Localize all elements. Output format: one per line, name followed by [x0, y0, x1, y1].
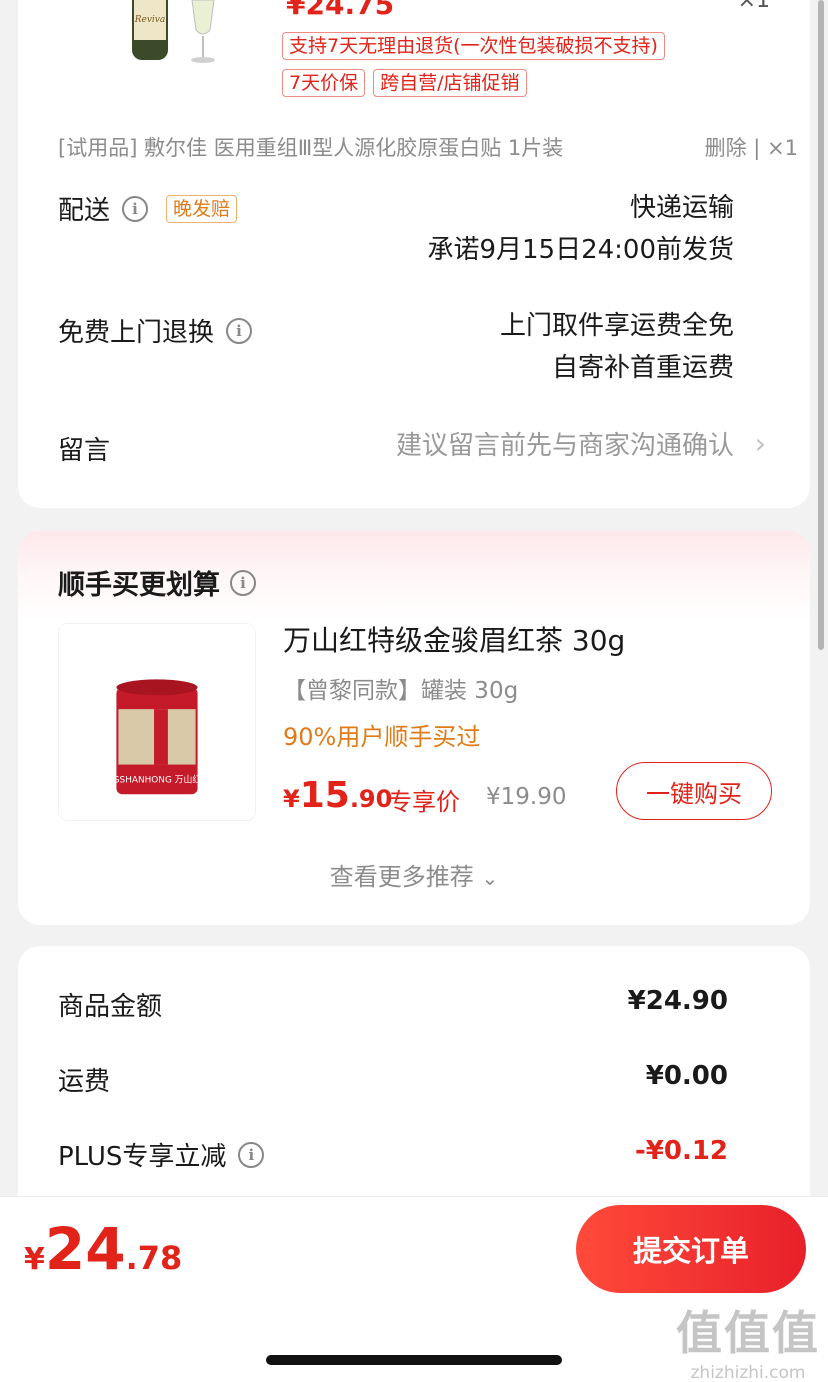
exclusive-price-label: 专享价: [388, 788, 460, 816]
watermark-logo: 值值值 zhizhizhi.com: [676, 1297, 820, 1382]
return-service-label: 免费上门退换: [58, 318, 215, 348]
submit-order-button[interactable]: 提交订单: [576, 1205, 806, 1293]
delivery-row: 配送 i 晚发赔: [58, 190, 238, 227]
return-service-value: 上门取件享运费全免 自寄补首重运费: [500, 305, 734, 389]
shipping-label: 运费: [58, 1067, 111, 1097]
goods-amount-value: ¥24.90: [627, 986, 728, 1016]
chevron-right-icon: ›: [754, 427, 766, 460]
watermark-small: zhizhizhi.com: [690, 1363, 806, 1382]
product-price: ¥24.75: [286, 0, 395, 21]
summary-row-shipping: 运费 ¥0.00: [58, 1061, 728, 1098]
shipping-value: ¥0.00: [645, 1061, 728, 1091]
total-dec: .78: [125, 1239, 183, 1277]
order-item-card: Reviva ¥24.75 ×1 支持7天无理由退货(一次性包装破损不支持) 7…: [18, 0, 810, 508]
return-policy-tag: 支持7天无理由退货(一次性包装破损不支持): [282, 32, 665, 60]
tea-price-yen: ¥: [283, 785, 300, 813]
goods-amount-label: 商品金额: [58, 992, 163, 1022]
watermark-big: 值值值: [676, 1306, 820, 1360]
info-icon[interactable]: i: [226, 317, 253, 344]
scrollbar[interactable]: [818, 0, 824, 650]
tea-product-image[interactable]: GSHANHONG 万山红: [58, 623, 256, 821]
product-qty: ×1: [737, 0, 770, 13]
tea-price-int: 15: [299, 775, 350, 816]
product-image-wine[interactable]: Reviva: [114, 0, 234, 70]
delivery-method: 快递运输: [629, 193, 734, 223]
addon-title-text: 顺手买更划算: [58, 570, 220, 601]
chevron-down-icon: ⌄: [481, 866, 499, 890]
more-recommend-link[interactable]: 查看更多推荐 ⌄: [18, 857, 810, 892]
info-icon[interactable]: i: [230, 569, 256, 596]
price-protect-tag: 7天价保: [282, 69, 366, 97]
home-indicator[interactable]: [266, 1355, 562, 1365]
addon-section-title: 顺手买更划算 i: [58, 563, 256, 602]
promo-tag: 跨自营/店铺促销: [373, 69, 527, 97]
return-service-line2: 自寄补首重运费: [551, 353, 734, 383]
plus-discount-value: -¥0.12: [634, 1136, 728, 1166]
total-int: 24: [44, 1215, 126, 1283]
one-click-buy-button[interactable]: 一键购买: [616, 762, 772, 820]
summary-row-plus-discount: PLUS专享立减 i -¥0.12: [58, 1136, 728, 1173]
tea-product-name[interactable]: 万山红特级金骏眉红茶 30g: [283, 619, 625, 659]
gift-item-text: [试用品] 敷尔佳 医用重组Ⅲ型人源化胶原蛋白贴 1片装: [58, 136, 564, 160]
total-price: ¥ 24 .78: [24, 1215, 182, 1283]
bottom-checkout-bar: ¥ 24 .78 提交订单 值值值 zhizhizhi.com: [0, 1196, 828, 1382]
service-tag-row-2: 7天价保 跨自营/店铺促销: [282, 69, 527, 97]
note-label: 留言: [58, 436, 111, 466]
plus-discount-label: PLUS专享立减: [58, 1142, 227, 1172]
return-service-line1: 上门取件享运费全免: [499, 311, 734, 341]
info-icon[interactable]: i: [122, 195, 149, 222]
tea-bought-hint: 90%用户顺手买过: [283, 723, 481, 751]
info-icon[interactable]: i: [238, 1141, 265, 1168]
tea-original-price: ¥19.90: [486, 784, 567, 810]
service-tag-row-1: 支持7天无理由退货(一次性包装破损不支持): [282, 32, 665, 60]
summary-row-goods: 商品金额 ¥24.90: [58, 986, 728, 1023]
svg-text:GSHANHONG 万山红: GSHANHONG 万山红: [113, 773, 202, 785]
return-service-row: 免费上门退换 i: [58, 312, 253, 349]
tea-product-spec: 【曾黎同款】罐装 30g: [283, 678, 519, 704]
late-compensation-badge: 晚发赔: [166, 194, 238, 223]
tea-price: ¥ 15 .90: [283, 775, 392, 816]
svg-text:Reviva: Reviva: [134, 15, 166, 25]
addon-recommend-card: 顺手买更划算 i GSHANHONG 万山红 万山红特级金骏眉红茶 30g 【曾…: [18, 531, 810, 925]
delivery-promise: 承诺9月15日24:00前发货: [427, 235, 734, 265]
total-yen: ¥: [24, 1242, 45, 1277]
delivery-label: 配送: [58, 196, 111, 226]
gift-item: [试用品] 敷尔佳 医用重组Ⅲ型人源化胶原蛋白贴 1片装 删除 | ×1: [58, 132, 798, 162]
tea-price-dec: .90: [349, 785, 393, 813]
delivery-value[interactable]: 快递运输 承诺9月15日24:00前发货: [427, 187, 734, 271]
note-row: 留言: [58, 430, 110, 467]
gift-delete-button[interactable]: 删除 | ×1: [705, 132, 798, 162]
more-recommend-text: 查看更多推荐: [329, 863, 474, 891]
note-input[interactable]: 建议留言前先与商家沟通确认: [396, 425, 734, 467]
